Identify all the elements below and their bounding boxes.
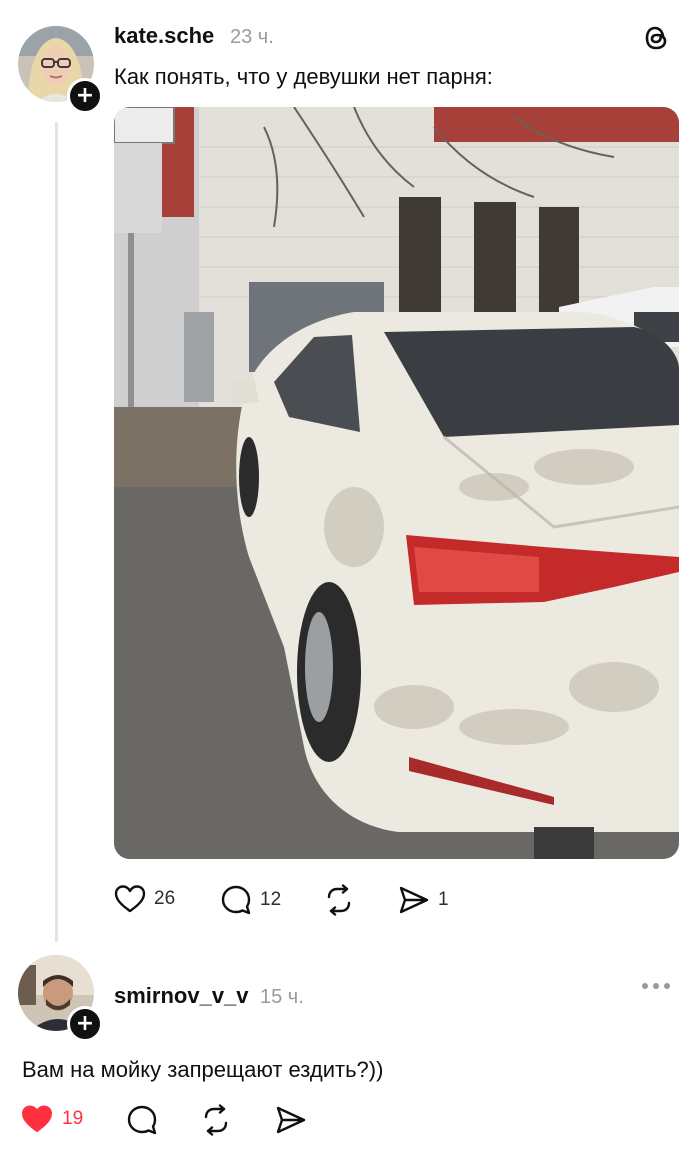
more-dots-icon[interactable] xyxy=(642,983,670,989)
post-like-count: 26 xyxy=(154,888,176,909)
repost-icon xyxy=(200,1104,232,1136)
reply-text: Вам на мойку запрещают ездить?)) xyxy=(22,1057,384,1082)
comment-bubble-icon xyxy=(126,1104,158,1136)
post-comment-button[interactable]: 12 xyxy=(220,884,281,916)
reply-time: 15 ч. xyxy=(260,986,304,1008)
reply-follow-plus-icon[interactable]: + xyxy=(67,1006,103,1042)
post-share-count: 1 xyxy=(438,889,449,910)
reply-share-button[interactable] xyxy=(275,1104,307,1136)
post-share-button[interactable]: 1 xyxy=(398,884,449,916)
reply-like-count: 19 xyxy=(62,1108,84,1129)
post-text: Как понять, что у девушки нет парня: xyxy=(114,64,493,89)
thread-connector-line xyxy=(55,122,58,942)
post-username[interactable]: kate.sche xyxy=(114,23,214,49)
reply-like-button[interactable]: 19 xyxy=(20,1104,83,1134)
repost-icon xyxy=(323,884,355,916)
heart-icon xyxy=(20,1104,54,1134)
threads-logo-icon[interactable] xyxy=(642,23,672,58)
comment-bubble-icon xyxy=(220,884,252,916)
post-comment-count: 12 xyxy=(260,889,282,910)
post-photo[interactable] xyxy=(114,107,679,859)
reply-repost-button[interactable] xyxy=(200,1104,232,1136)
send-icon xyxy=(275,1104,307,1136)
post-time: 23 ч. xyxy=(230,26,274,48)
post-like-button[interactable]: 26 xyxy=(114,884,175,914)
follow-plus-icon[interactable]: + xyxy=(67,78,103,114)
send-icon xyxy=(398,884,430,916)
reply-username[interactable]: smirnov_v_v xyxy=(114,983,249,1009)
reply-comment-button[interactable] xyxy=(126,1104,158,1136)
heart-icon xyxy=(114,884,146,914)
post-repost-button[interactable] xyxy=(323,884,355,916)
